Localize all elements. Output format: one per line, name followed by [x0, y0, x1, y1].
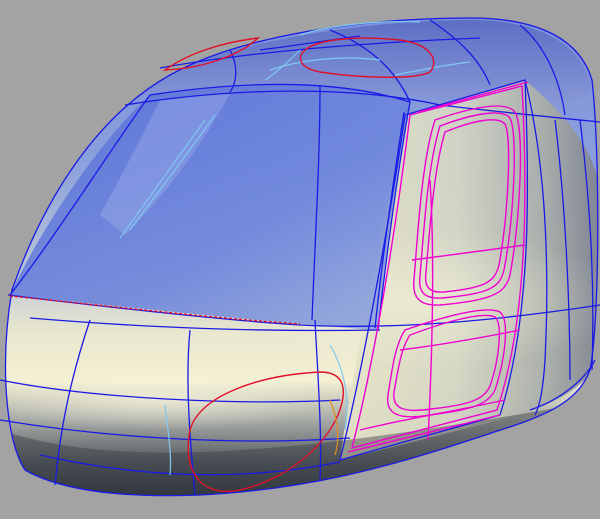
cabin-surface	[5, 18, 598, 496]
3d-viewport[interactable]	[0, 0, 600, 519]
cabin-model-canvas[interactable]	[0, 0, 600, 519]
